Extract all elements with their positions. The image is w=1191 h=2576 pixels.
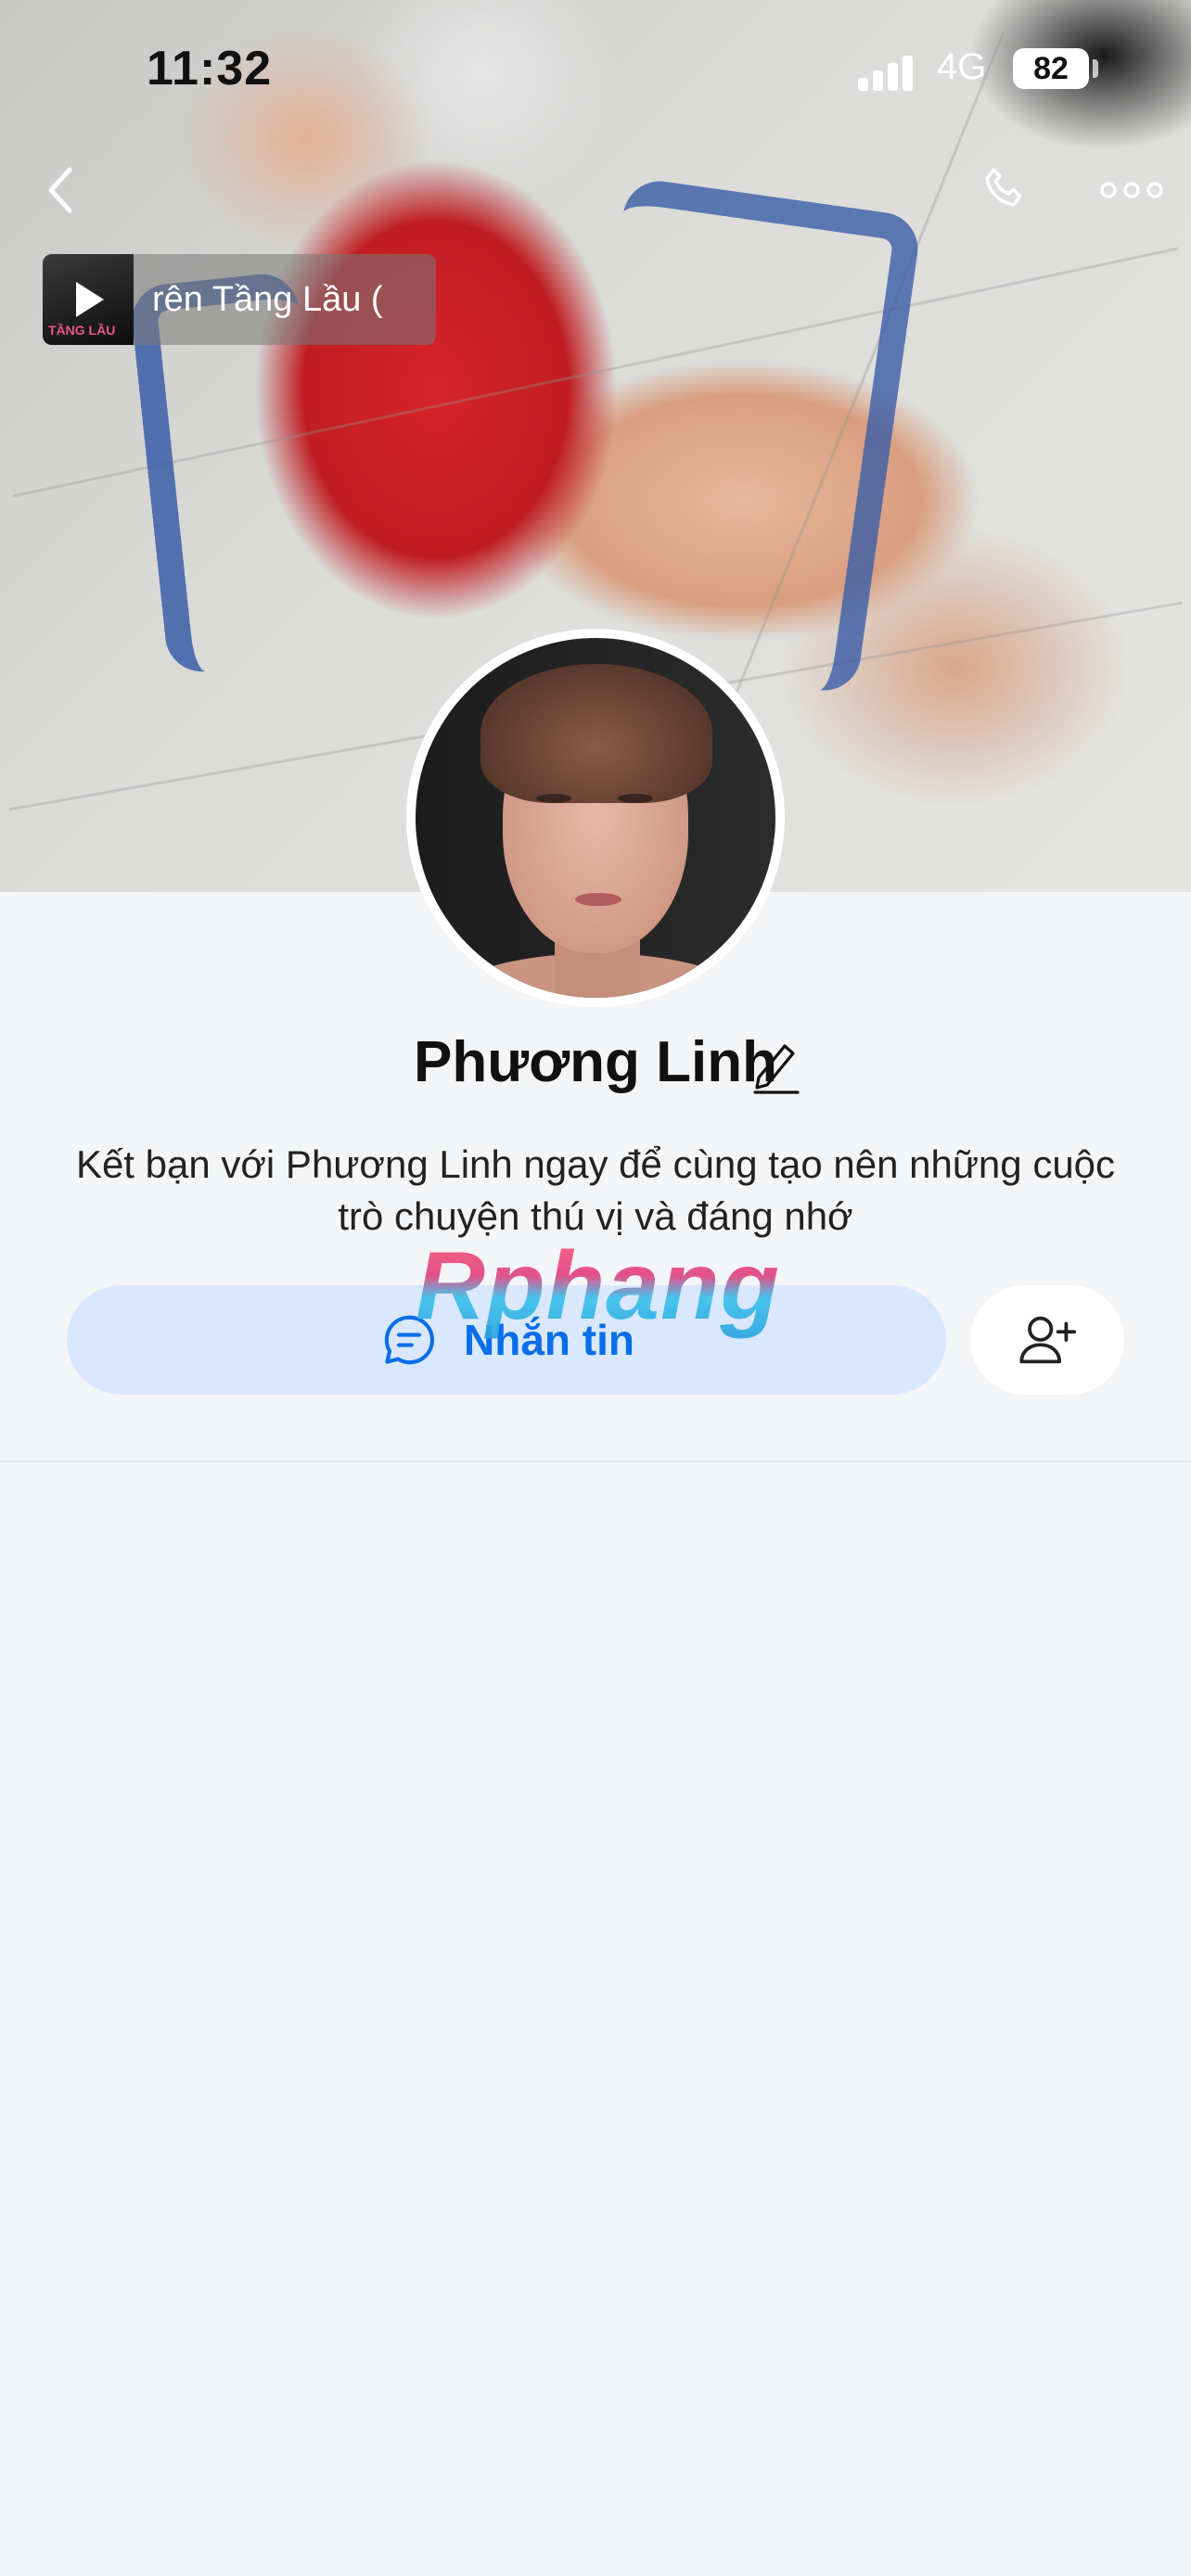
profile-music-banner[interactable]: TẦNG LẦU rên Tầng Lầu (	[43, 254, 436, 345]
back-button[interactable]	[28, 158, 93, 223]
play-icon	[76, 282, 104, 317]
more-horizontal-icon	[1100, 182, 1163, 198]
call-button[interactable]	[974, 158, 1039, 223]
signal-icon	[858, 54, 914, 91]
thumbnail-text: TẦNG LẦU	[48, 323, 116, 338]
avatar-photo	[416, 638, 775, 998]
phone-icon	[985, 168, 1022, 207]
add-user-icon	[1019, 1316, 1077, 1364]
network-type: 4G	[937, 46, 987, 87]
section-divider	[0, 1460, 1191, 1462]
chair-frame	[561, 176, 923, 695]
watermark-logo: Rphang	[416, 1232, 781, 1340]
more-button[interactable]	[1095, 158, 1169, 223]
battery-icon: 82	[1013, 48, 1089, 89]
avatar[interactable]	[406, 629, 785, 1007]
status-time: 11:32	[147, 42, 273, 96]
battery-tip	[1093, 59, 1098, 78]
profile-name: Phương Linh	[413, 1030, 777, 1094]
chevron-left-icon	[48, 167, 72, 213]
edit-name-button[interactable]	[749, 1037, 801, 1094]
add-friend-button[interactable]	[970, 1285, 1124, 1395]
status-bar: 11:32 4G 82	[0, 0, 1191, 139]
music-title: rên Tầng Lầu (	[152, 280, 383, 319]
friend-prompt-text: Kết bạn với Phương Linh ngay để cùng tạo…	[75, 1142, 1116, 1238]
music-thumbnail: TẦNG LẦU	[43, 254, 134, 345]
pencil-icon	[753, 1044, 800, 1094]
